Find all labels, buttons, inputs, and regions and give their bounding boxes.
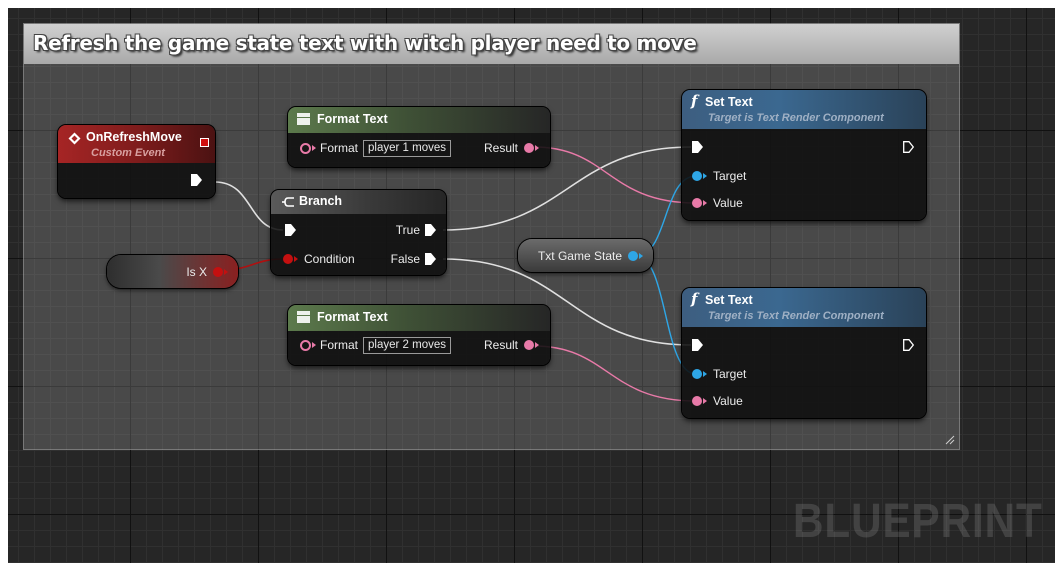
pin-arrow-icon (639, 253, 643, 259)
result-pin-row: Result (484, 138, 540, 158)
value-label: Value (713, 394, 743, 408)
txt-game-state-variable-node[interactable]: Txt Game State (518, 239, 653, 272)
format-in-pin-icon[interactable] (300, 339, 311, 351)
txt-game-state-out-pin-icon[interactable] (628, 251, 638, 261)
node-title: Format Text (317, 310, 388, 324)
format-text-input[interactable]: player 1 moves (363, 139, 451, 157)
txt-game-state-pin-row: Txt Game State (538, 246, 643, 266)
blueprint-graph-canvas[interactable]: Refresh the game state text with witch p… (8, 8, 1055, 563)
text-wire-result2-value2[interactable] (533, 345, 697, 402)
format-text-node-1[interactable]: Format Text Format player 1 moves Result (288, 107, 550, 167)
set-text-node-2[interactable]: f Set Text Target is Text Render Compone… (682, 288, 926, 418)
result-pin-row: Result (484, 335, 540, 355)
pin-arrow-icon (535, 145, 540, 151)
is-x-out-pin-icon[interactable] (213, 267, 223, 277)
target-pin-row: Target (692, 166, 746, 186)
pin-arrow-icon (294, 256, 298, 262)
pin-arrow-icon (224, 269, 228, 275)
format-pin-row: Format player 2 moves (300, 335, 451, 355)
node-subtitle: Custom Event (91, 147, 165, 159)
format-label: Format (320, 141, 359, 155)
pin-arrow-icon (703, 371, 707, 377)
pin-arrow-icon (312, 342, 316, 348)
condition-pin-row: Condition (283, 249, 355, 269)
pin-arrow-icon (703, 173, 707, 179)
format-label: Format (320, 338, 359, 352)
true-label: True (395, 223, 420, 237)
format-text-icon (297, 113, 310, 125)
exec-in-pin-icon[interactable] (285, 224, 296, 236)
target-label: Target (713, 367, 747, 381)
result-label: Result (484, 338, 519, 352)
event-diamond-icon (68, 132, 81, 145)
pin-arrow-icon (703, 398, 707, 404)
target-in-pin-icon[interactable] (692, 171, 702, 181)
branch-icon (282, 197, 294, 207)
exec-out-pin-icon[interactable] (191, 174, 202, 186)
format-text-icon (297, 311, 310, 323)
value-pin-row: Value (692, 193, 743, 213)
node-title: OnRefreshMove (86, 130, 182, 144)
node-subtitle: Target is Text Render Component (708, 310, 884, 322)
format-text-node-2[interactable]: Format Text Format player 2 moves Result (288, 305, 550, 365)
on-refresh-move-node[interactable]: OnRefreshMove Custom Event (58, 125, 215, 198)
node-title: Branch (299, 194, 343, 208)
node-title: Format Text (317, 112, 388, 126)
pin-arrow-icon (703, 200, 707, 206)
exec-in-pin-icon[interactable] (692, 339, 703, 351)
node-title: Set Text (705, 293, 753, 307)
delegate-pin-icon[interactable] (200, 138, 209, 147)
function-icon: f (691, 92, 698, 110)
branch-node[interactable]: Branch True Condition False (271, 190, 446, 275)
exec-false-pin-icon[interactable] (425, 253, 436, 265)
set-text-node-1[interactable]: f Set Text Target is Text Render Compone… (682, 90, 926, 220)
value-label: Value (713, 196, 743, 210)
node-title: Set Text (705, 95, 753, 109)
format-in-pin-icon[interactable] (300, 142, 311, 154)
condition-in-pin-icon[interactable] (283, 254, 293, 264)
pin-arrow-icon (312, 145, 316, 151)
result-out-pin-icon[interactable] (524, 143, 535, 153)
exec-out-pin-icon[interactable] (903, 339, 914, 351)
format-text-input[interactable]: player 2 moves (363, 336, 451, 354)
exec-out-pin-icon[interactable] (903, 141, 914, 153)
result-label: Result (484, 141, 519, 155)
is-x-label: Is X (186, 265, 207, 279)
format-pin-row: Format player 1 moves (300, 138, 451, 158)
value-in-pin-icon[interactable] (692, 396, 702, 406)
blueprint-watermark: BLUEPRINT (793, 495, 1043, 548)
txt-game-state-label: Txt Game State (537, 249, 622, 263)
target-label: Target (713, 169, 747, 183)
target-in-pin-icon[interactable] (692, 369, 702, 379)
pin-arrow-icon (535, 342, 540, 348)
true-pin-row: True (396, 220, 436, 240)
condition-label: Condition (304, 252, 355, 266)
result-out-pin-icon[interactable] (524, 340, 535, 350)
exec-true-pin-icon[interactable] (425, 224, 436, 236)
false-pin-row: False (391, 249, 436, 269)
value-in-pin-icon[interactable] (692, 198, 702, 208)
value-pin-row: Value (692, 391, 743, 411)
is-x-variable-node[interactable]: Is X (107, 255, 238, 288)
false-label: False (390, 252, 420, 266)
exec-in-pin-icon[interactable] (692, 141, 703, 153)
target-pin-row: Target (692, 364, 746, 384)
is-x-pin-row: Is X (186, 262, 228, 282)
function-icon: f (691, 290, 698, 308)
node-subtitle: Target is Text Render Component (708, 112, 884, 124)
